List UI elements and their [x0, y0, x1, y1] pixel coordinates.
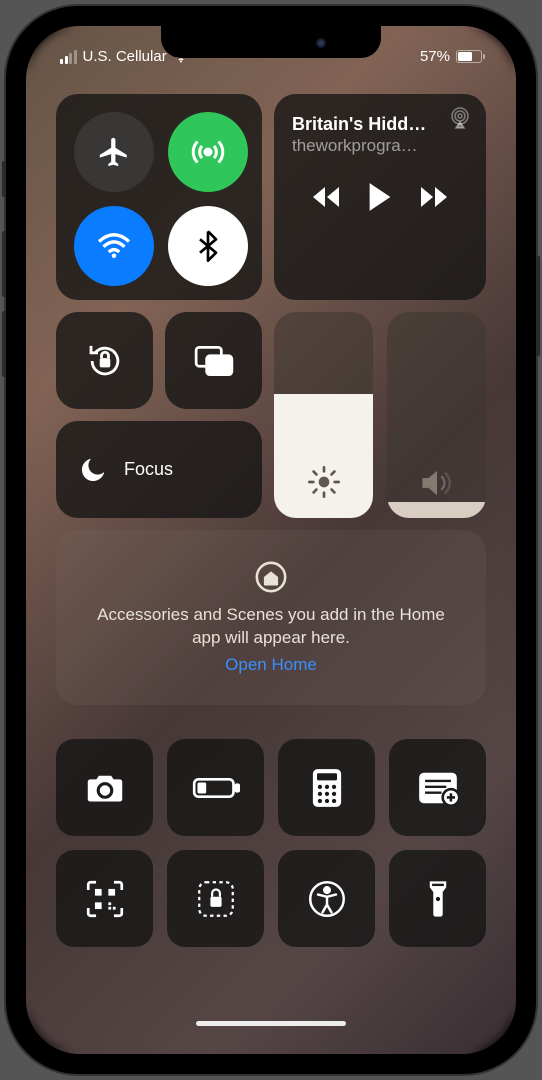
open-home-link[interactable]: Open Home — [225, 655, 317, 675]
airplay-icon[interactable] — [448, 106, 472, 130]
low-power-mode-button[interactable] — [167, 739, 264, 836]
camera-icon — [85, 772, 125, 804]
home-widget[interactable]: Accessories and Scenes you add in the Ho… — [56, 530, 486, 705]
cellular-data-toggle[interactable] — [168, 112, 248, 192]
notes-icon — [418, 771, 458, 805]
cellular-icon — [190, 134, 226, 170]
accessibility-icon — [308, 880, 346, 918]
forward-button[interactable] — [419, 186, 449, 208]
wifi-toggle[interactable] — [74, 206, 154, 286]
focus-label: Focus — [124, 459, 173, 480]
battery-low-icon — [192, 776, 240, 800]
screen-mirroring-icon — [193, 343, 235, 379]
accessibility-button[interactable] — [278, 850, 375, 947]
rotation-lock-icon — [84, 340, 126, 382]
battery-icon — [456, 50, 482, 63]
battery-percentage: 57% — [420, 48, 450, 65]
airplane-icon — [97, 135, 131, 169]
rotation-lock-toggle[interactable] — [56, 312, 153, 409]
code-scanner-button[interactable] — [56, 850, 153, 947]
airplane-mode-toggle[interactable] — [74, 112, 154, 192]
flashlight-icon — [427, 879, 449, 919]
brightness-slider[interactable] — [274, 312, 373, 518]
guided-access-button[interactable] — [167, 850, 264, 947]
moon-icon — [78, 455, 108, 485]
calculator-button[interactable] — [278, 739, 375, 836]
volume-slider[interactable] — [387, 312, 486, 518]
qr-icon — [86, 880, 124, 918]
media-subtitle: theworkprogra… — [292, 136, 468, 156]
bluetooth-icon — [198, 230, 218, 262]
camera-button[interactable] — [56, 739, 153, 836]
home-icon — [254, 560, 288, 594]
lock-frame-icon — [197, 880, 235, 918]
play-button[interactable] — [367, 182, 393, 212]
wifi-icon — [96, 232, 132, 260]
brightness-icon — [308, 466, 340, 498]
calculator-icon — [311, 768, 343, 808]
flashlight-button[interactable] — [389, 850, 486, 947]
carrier-label: U.S. Cellular — [83, 48, 167, 65]
bluetooth-toggle[interactable] — [168, 206, 248, 286]
media-title: Britain's Hidd… — [292, 114, 468, 135]
rewind-button[interactable] — [311, 186, 341, 208]
quick-note-button[interactable] — [389, 739, 486, 836]
media-module[interactable]: Britain's Hidd… theworkprogra… — [274, 94, 486, 300]
home-indicator[interactable] — [196, 1021, 346, 1026]
volume-icon — [420, 468, 454, 498]
connectivity-module[interactable] — [56, 94, 262, 300]
screen-mirroring-button[interactable] — [165, 312, 262, 409]
signal-icon — [60, 50, 77, 64]
focus-button[interactable]: Focus — [56, 421, 262, 518]
home-message: Accessories and Scenes you add in the Ho… — [82, 604, 460, 650]
